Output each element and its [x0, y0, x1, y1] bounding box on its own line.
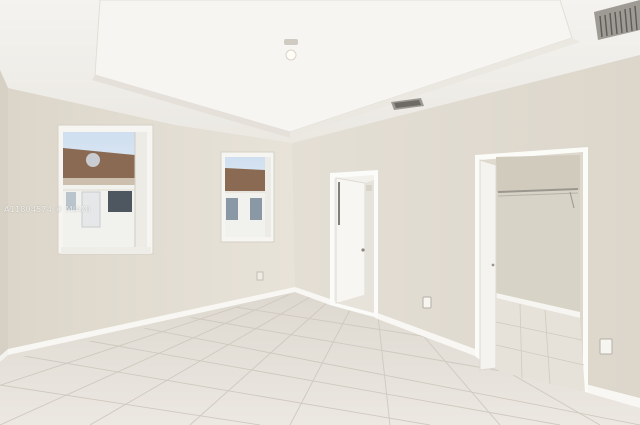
wall-outlet-right	[599, 338, 613, 355]
bathroom-doorway	[330, 170, 378, 318]
wall-outlet-left	[256, 271, 264, 281]
room-photo	[0, 0, 640, 425]
left-side-wall	[0, 70, 8, 362]
window-middle	[220, 151, 275, 243]
window-left	[57, 124, 154, 255]
bathroom-door	[335, 177, 366, 304]
photo-watermark: A11804574 © MIAMI	[4, 205, 91, 214]
closet-doorway	[475, 147, 588, 392]
wall-outlet-center	[422, 296, 432, 309]
